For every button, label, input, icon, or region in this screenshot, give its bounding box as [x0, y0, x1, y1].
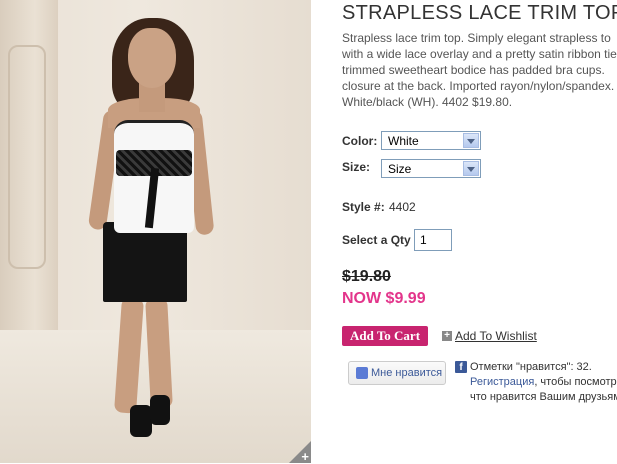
style-number: 4402: [389, 200, 416, 214]
description-line: with a wide lace overlay and a pretty sa…: [342, 47, 617, 61]
thumbs-up-icon: [356, 367, 368, 379]
black-skirt: [103, 222, 187, 302]
description-line: closure at the back. Imported rayon/nylo…: [342, 79, 615, 93]
facebook-icon: f: [455, 361, 467, 373]
shoe-left: [130, 405, 152, 437]
register-link[interactable]: Регистрация: [470, 376, 534, 388]
zoom-plus-icon: +: [301, 449, 309, 464]
add-to-cart-button[interactable]: Add To Cart: [342, 326, 428, 346]
description-line: White/black (WH). 4402 $19.80.: [342, 95, 513, 109]
description-line: trimmed sweetheart bodice has padded bra…: [342, 63, 605, 77]
add-to-wishlist-link[interactable]: Add To Wishlist: [455, 329, 537, 343]
model-face: [128, 28, 176, 88]
facebook-like-info: Отметки "нравится": 32. Регистрация, что…: [470, 360, 617, 405]
chevron-down-icon[interactable]: [463, 161, 479, 176]
sale-price: NOW $9.99: [342, 290, 426, 307]
model-leg-right: [145, 297, 173, 409]
original-price: $19.80: [342, 268, 391, 285]
facebook-like-button[interactable]: Мне нравится: [348, 361, 446, 385]
size-select-value: Size: [388, 162, 412, 176]
like-count-text: Отметки "нравится": 32.: [470, 361, 592, 373]
wall-molding: [8, 45, 46, 269]
qty-label: Select a Qty: [342, 233, 411, 247]
color-label: Color:: [342, 134, 378, 148]
like-button-label: Мне нравится: [371, 367, 443, 379]
product-description: Strapless lace trim top. Simply elegant …: [342, 30, 617, 110]
register-rest: , чтобы посмотр: [534, 376, 617, 388]
friends-line: что нравится Вашим друзьям: [470, 391, 617, 403]
color-select-value: White: [388, 134, 419, 148]
shoe-right: [150, 395, 170, 425]
register-line: Регистрация, чтобы посмотр: [470, 375, 617, 390]
product-title: STRAPLESS LACE TRIM TOP: [342, 2, 617, 24]
description-line: Strapless lace trim top. Simply elegant …: [342, 31, 611, 45]
style-label: Style #:: [342, 200, 385, 214]
size-label: Size:: [342, 160, 371, 174]
chevron-down-icon[interactable]: [463, 133, 479, 148]
plus-icon[interactable]: +: [442, 331, 452, 341]
color-select[interactable]: White: [381, 131, 481, 150]
qty-input[interactable]: [414, 229, 452, 251]
product-image[interactable]: [0, 0, 311, 463]
size-select[interactable]: Size: [381, 159, 481, 178]
